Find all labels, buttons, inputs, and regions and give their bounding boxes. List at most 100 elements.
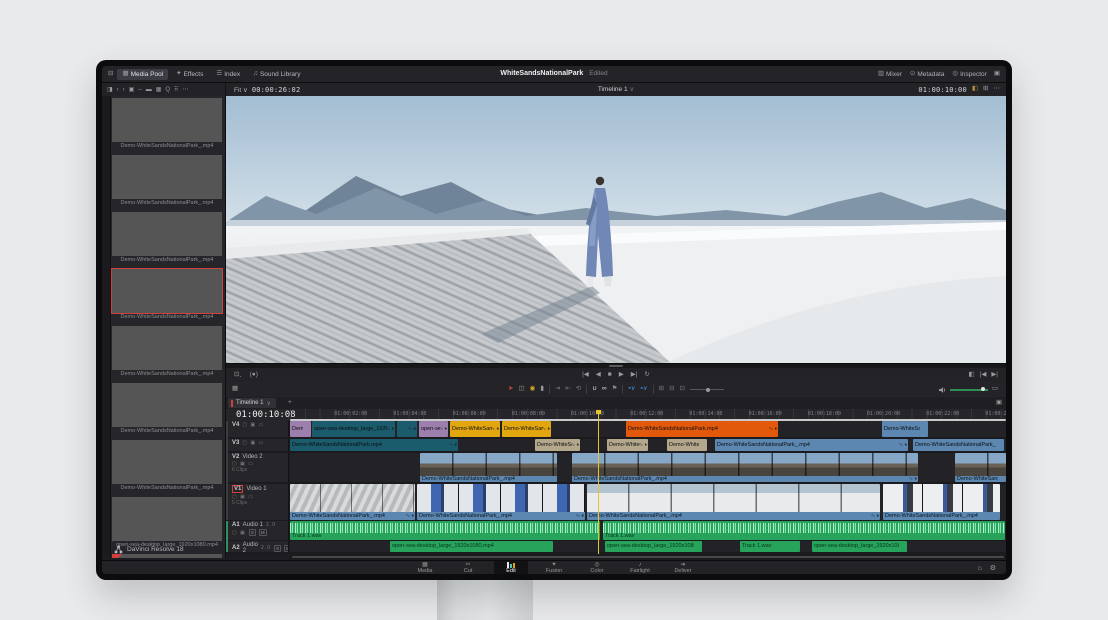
media-pool-tool-icon-7[interactable]: Q xyxy=(165,87,170,93)
mixer-toggle-icon[interactable]: ▭ xyxy=(992,386,998,393)
timeline-clip-v4[interactable]: open-sea-desktop_large_1920x1080.mp4∿ ♦ xyxy=(312,421,395,437)
media-clip-9[interactable] xyxy=(112,554,224,558)
trim-edit-tool-icon[interactable]: ◫ xyxy=(518,386,524,393)
page-tab-fusion[interactable]: ✦Fusion xyxy=(537,561,571,574)
timeline-clip-v3[interactable]: Demo-WhiteSandsNationalPark.mp4∿ ♦ xyxy=(290,439,458,451)
media-clip-1[interactable]: Demo-WhiteSandsNationalPark_.mp4 xyxy=(112,98,224,150)
razor-tool-icon[interactable]: ▮ xyxy=(540,386,544,393)
track-lane-v2[interactable]: Demo-WhiteSandsNationalPark_.mp4 Demo-Whi… xyxy=(290,453,1006,482)
jump-to-start-icon[interactable]: |◀ xyxy=(582,372,589,379)
timeline-clip-film[interactable]: Demo-WhiteSandsNationalPark_.mp4∿ ♦ xyxy=(290,484,415,520)
insert-clip-icon[interactable]: ⇥ xyxy=(555,386,560,393)
viewer-options-icon[interactable]: ⋯ xyxy=(994,86,1001,93)
track-lock-icons[interactable]: ▢ ▣ ▭ xyxy=(242,422,264,428)
track-lane-v1[interactable]: Demo-WhiteSandsNationalPark_.mp4∿ ♦Demo-… xyxy=(290,484,1006,520)
replace-clip-icon[interactable]: ⟲ xyxy=(576,386,581,393)
timeline-clip-film[interactable]: Demo-WhiteSandsNationalPark_.mp4 xyxy=(883,484,1000,520)
media-clip-5[interactable]: Demo-WhiteSandsNationalPark_.mp4 xyxy=(112,326,224,378)
media-pool-tool-icon-1[interactable]: ‹ xyxy=(117,87,119,93)
media-pool-tool-icon-2[interactable]: › xyxy=(123,87,125,93)
jump-to-end-icon[interactable]: ▶| xyxy=(631,372,638,379)
timeline-clip-audio[interactable]: open-sea-desktop_large_1920x1080.mp4 xyxy=(812,541,907,552)
media-clip-4[interactable]: Demo-WhiteSandsNationalPark_.mp4 xyxy=(112,269,224,321)
top-tab-index[interactable]: ☰Index xyxy=(211,69,245,80)
speaker-icon[interactable] xyxy=(938,386,946,394)
loop-icon[interactable]: ↻ xyxy=(644,372,649,379)
track-header-v1[interactable]: V1Video 1 ▢ ▣ ▭ 5 Clips xyxy=(226,484,289,520)
linked-selection-icon[interactable]: ∞ xyxy=(602,386,607,393)
media-pool-tool-icon-9[interactable]: ⋯ xyxy=(182,87,188,93)
flag-marker-icon[interactable]: ▪∨ xyxy=(628,386,635,393)
selection-tool-icon[interactable]: ➤ xyxy=(508,386,513,393)
add-timeline-icon[interactable]: + xyxy=(288,400,292,407)
timeline-clip-audio[interactable]: Track 1.wav xyxy=(290,521,600,540)
top-tab-media-pool[interactable]: ▦Media Pool xyxy=(117,69,168,80)
solo-button[interactable]: S xyxy=(249,529,256,536)
timeline-clip-v4[interactable]: Demo-WhiteSandsNationalPark.mp4∿ ♦ xyxy=(626,421,778,437)
mute-button[interactable]: M xyxy=(259,529,267,536)
play-reverse-icon[interactable]: ◀ xyxy=(596,372,601,379)
panel-toggle-icon[interactable]: ▣ xyxy=(994,71,1000,78)
solo-button[interactable]: S xyxy=(274,545,281,552)
timeline-clip-v3[interactable]: Demo-WhiteSandsNationalPark_.mp4 xyxy=(913,439,1004,451)
timeline-clip-v4[interactable]: ∿ ♦ xyxy=(397,421,417,437)
timeline-clip-audio[interactable]: Track 1.wav xyxy=(603,521,1005,540)
position-lock-icon[interactable]: ⚑ xyxy=(612,386,618,393)
timeline-clip-audio[interactable]: open-sea-desktop_large_1920x1080.mp4 xyxy=(390,541,553,552)
page-tab-fairlight[interactable]: ♪Fairlight xyxy=(623,561,657,574)
timeline-clip-film[interactable]: Demo-WhiteSandsNationalPark_.mp4∿ ♦ xyxy=(417,484,585,520)
media-pool-tool-icon-8[interactable]: ⠿ xyxy=(174,87,178,93)
timeline-tab[interactable]: Timeline 1 ∨ xyxy=(228,398,276,408)
track-lane-a1[interactable]: Track 1.wavTrack 1.wav xyxy=(290,521,1006,540)
timeline-clip-v3[interactable]: Demo-WhiteSandsNationalPark_.mp4∿ ♦ xyxy=(535,439,580,451)
timeline-zoom-slider[interactable] xyxy=(690,389,724,390)
track-lock-icons[interactable]: ▢ ▣ xyxy=(232,530,246,536)
workspace-icon[interactable]: ⊟ xyxy=(108,71,113,78)
marker-icon[interactable]: ▪∨ xyxy=(641,386,648,393)
top-tab-sound-library[interactable]: ♫Sound Library xyxy=(248,69,305,80)
timeline-clip-film[interactable]: Demo-WhiteSandsNationalPark_.mp4 xyxy=(955,453,1006,482)
mark-out-icon[interactable]: ▶| xyxy=(991,372,998,379)
timeline-clip-film[interactable]: Demo-WhiteSandsNationalPark_.mp4∿ ♦ xyxy=(572,453,918,482)
gallery-icon[interactable]: ◧ xyxy=(972,86,978,93)
stop-icon[interactable]: ■ xyxy=(608,372,612,379)
mark-in-icon[interactable]: |◀ xyxy=(980,372,987,379)
timeline-clip-v3[interactable]: Demo-WhiteSandsNationalPark_.mp4 xyxy=(667,439,707,451)
zoom-full-icon[interactable]: ⊞ xyxy=(659,386,664,393)
track-lane-a2[interactable]: open-sea-desktop_large_1920x1080.mp4 open… xyxy=(290,541,1006,552)
home-icon[interactable]: ⌂ xyxy=(977,565,981,572)
timeline-clip-v4[interactable]: Demo-WhiteSandsNationalPark_.mp4∿ ♦ xyxy=(502,421,551,437)
media-pool-tool-icon-4[interactable]: – xyxy=(138,87,141,93)
media-clip-6[interactable]: Demo-WhiteSandsNationalPark_.mp4 xyxy=(112,383,224,435)
media-pool-tool-icon-0[interactable]: ◨ xyxy=(107,87,113,93)
track-header-v4[interactable]: V4▢ ▣ ▭ xyxy=(226,421,289,437)
timeline-clip-v3[interactable]: Demo-WhiteSandsNationalPark_.mp4∿ ♦ xyxy=(715,439,908,451)
overwrite-clip-icon[interactable]: ⇤ xyxy=(565,386,570,393)
timeline-clip-v3[interactable]: Demo-WhiteSandsNationalPark_.mp4∿ ♦ xyxy=(607,439,648,451)
media-clip-3[interactable]: Demo-WhiteSandsNationalPark_.mp4 xyxy=(112,212,224,264)
dynamic-trim-tool-icon[interactable]: ◉ xyxy=(530,386,536,393)
mute-button[interactable]: M xyxy=(284,545,289,552)
page-tab-media[interactable]: ▦Media xyxy=(408,561,442,574)
zoom-detail-icon[interactable]: ⊟ xyxy=(669,386,674,393)
media-pool-tool-icon-3[interactable]: ▣ xyxy=(129,87,135,93)
track-lane-v3[interactable]: Demo-WhiteSandsNationalPark.mp4∿ ♦ Demo-W… xyxy=(290,439,1006,451)
timeline-clip-v4[interactable]: open-sea-desktop_large_1920x1080.mp4∿ ♦ xyxy=(419,421,448,437)
media-clip-7[interactable]: Demo-WhiteSandsNationalPark_.mp4 xyxy=(112,440,224,492)
volume-slider[interactable] xyxy=(950,389,988,391)
timeline-clip-film[interactable]: Demo-WhiteSandsNationalPark_.mp4 xyxy=(420,453,557,482)
top-button-mixer[interactable]: ▥Mixer xyxy=(878,71,902,78)
timeline-selector[interactable]: Timeline 1 ∨ xyxy=(226,83,1006,96)
track-lane-v4[interactable]: Demo-WhiteSandsNationalPark_.mp4open-sea… xyxy=(290,421,1006,437)
match-frame-icon[interactable]: ◧ xyxy=(968,372,974,379)
page-tab-cut[interactable]: ✂Cut xyxy=(451,561,485,574)
media-pool-tool-icon-5[interactable]: ▬ xyxy=(146,87,152,93)
playhead[interactable] xyxy=(598,410,599,554)
snapping-icon[interactable]: ∪ xyxy=(592,386,597,393)
media-clip-8[interactable]: open-sea-desktop_large_1920x1080.mp4 xyxy=(112,497,224,549)
playhead-handle[interactable] xyxy=(596,410,601,414)
track-header-v3[interactable]: V3▢ ▣ ▭ xyxy=(226,439,289,451)
top-tab-effects[interactable]: ✦Effects xyxy=(171,69,208,80)
zoom-custom-icon[interactable]: ⊡ xyxy=(680,386,685,393)
media-pool-tool-icon-6[interactable]: ▦ xyxy=(156,87,162,93)
